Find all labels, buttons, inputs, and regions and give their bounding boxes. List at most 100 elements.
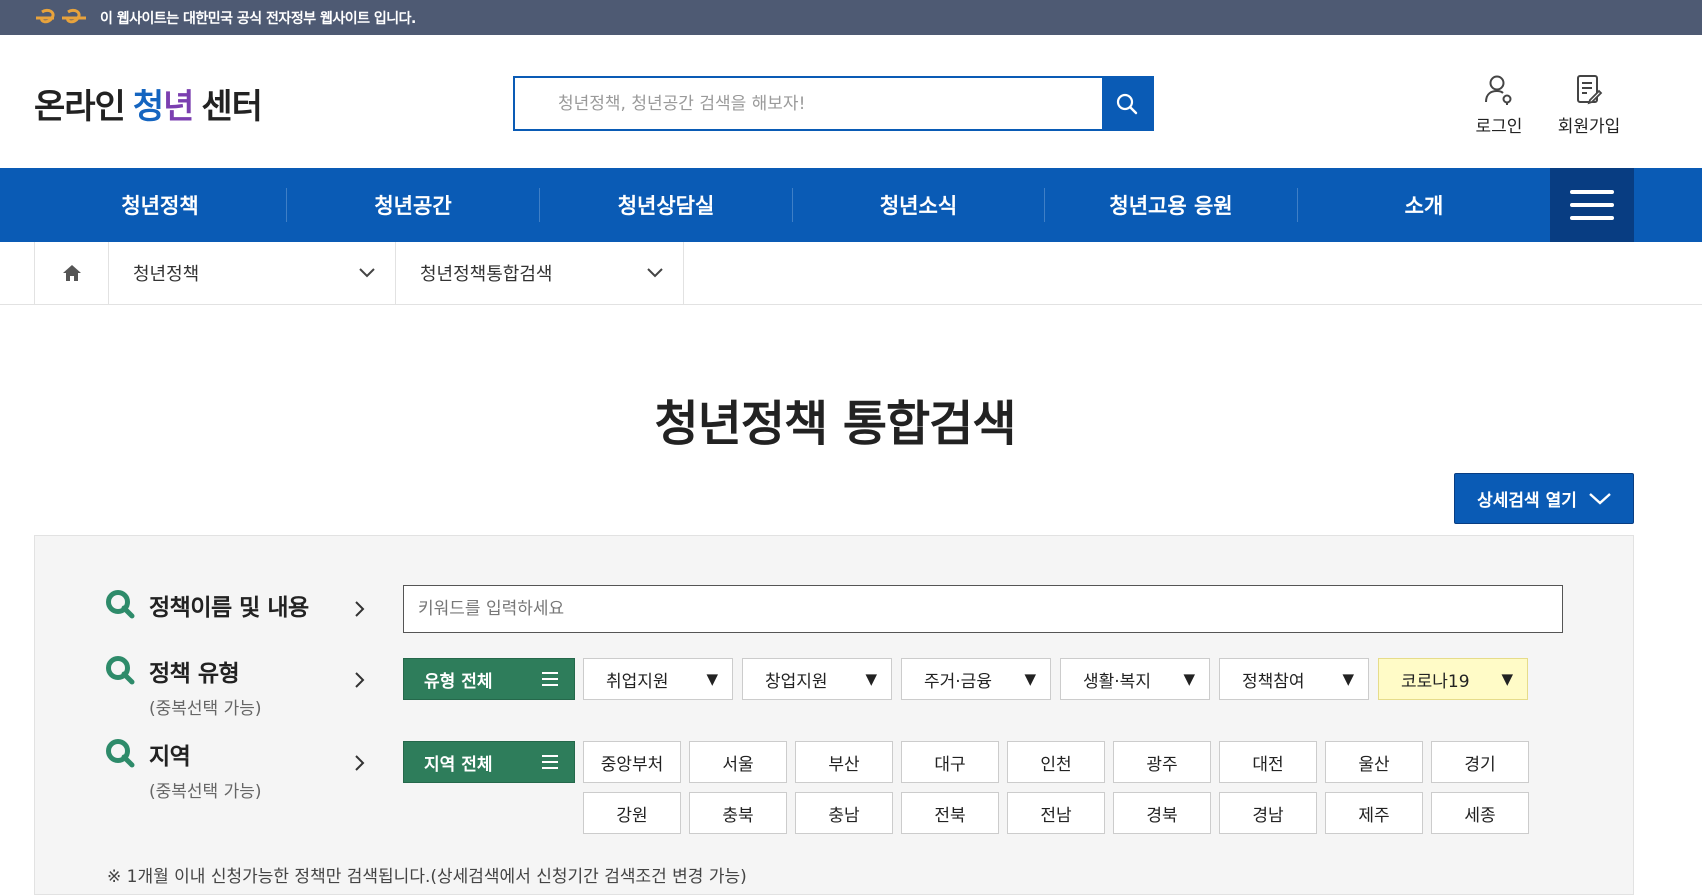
region-label: 지역 — [149, 744, 191, 770]
chevron-down-icon — [359, 268, 375, 278]
breadcrumb-level1-label: 청년정책 — [133, 264, 200, 285]
join-label: 회원가입 — [1557, 117, 1621, 137]
gov-banner: 이 웹사이트는 대한민국 공식 전자정부 웹사이트 입니다. — [0, 0, 1702, 35]
region-option[interactable]: 경남 — [1219, 792, 1317, 834]
region-option[interactable]: 대구 — [901, 741, 999, 783]
list-icon — [542, 672, 558, 686]
type-row-label: 정책 유형 (중복선택 가능) — [105, 654, 262, 719]
site-logo[interactable]: 온라인 청 년 센터 — [34, 79, 263, 128]
logo-text-mid-2: 년 — [163, 87, 194, 127]
type-option-label: 생활·복지 — [1083, 671, 1151, 692]
region-option[interactable]: 인천 — [1007, 741, 1105, 783]
region-option[interactable]: 제주 — [1325, 792, 1423, 834]
chevron-down-icon — [647, 268, 663, 278]
breadcrumb-level2-label: 청년정책통합검색 — [420, 264, 553, 285]
all-menu-button[interactable] — [1550, 168, 1634, 242]
region-option[interactable]: 충남 — [795, 792, 893, 834]
keyword-input[interactable] — [403, 585, 1563, 633]
gov-banner-text: 이 웹사이트는 대한민국 공식 전자정부 웹사이트 입니다. — [100, 10, 416, 27]
page-title: 청년정책 통합검색 — [654, 396, 1017, 452]
join-link[interactable]: 회원가입 — [1546, 74, 1632, 137]
global-search-button[interactable] — [1102, 78, 1152, 129]
type-option-startup[interactable]: 창업지원 ▼ — [742, 658, 892, 700]
hamburger-icon-bar — [1570, 203, 1614, 207]
breadcrumb-home[interactable] — [34, 242, 109, 304]
region-option[interactable]: 광주 — [1113, 741, 1211, 783]
chevron-right-icon — [355, 755, 365, 771]
nav-item-about[interactable]: 소개 — [1298, 168, 1550, 242]
chevron-down-icon — [1589, 492, 1611, 505]
chevron-right-icon — [355, 601, 365, 617]
type-option-participation[interactable]: 정책참여 ▼ — [1219, 658, 1369, 700]
type-option-label: 주거·금융 — [924, 671, 992, 692]
region-option[interactable]: 서울 — [689, 741, 787, 783]
logo-text-mid: 청 년 — [132, 79, 195, 128]
type-option-employment[interactable]: 취업지원 ▼ — [583, 658, 733, 700]
q-search-icon — [106, 656, 135, 685]
type-all-button[interactable]: 유형 전체 — [403, 658, 575, 700]
keyword-row-label: 정책이름 및 내용 — [105, 588, 309, 622]
nav-item-news[interactable]: 청년소식 — [793, 168, 1044, 242]
logo-text-mid-1: 청 — [132, 87, 164, 127]
nav-item-policy[interactable]: 청년정책 — [34, 168, 286, 242]
region-all-label: 지역 전체 — [424, 754, 493, 775]
region-option[interactable]: 경기 — [1431, 741, 1529, 783]
document-edit-icon — [1577, 75, 1603, 105]
type-option-covid[interactable]: 코로나19 ▼ — [1378, 658, 1528, 700]
region-option[interactable]: 대전 — [1219, 741, 1317, 783]
main-nav: 청년정책 청년공간 청년상담실 청년소식 청년고용 응원 소개 — [0, 168, 1702, 242]
region-option[interactable]: 경북 — [1113, 792, 1211, 834]
site-header: 온라인 청 년 센터 로그인 — [0, 35, 1702, 168]
search-filter-panel: 정책이름 및 내용 정책 유형 (중복선택 가능) 유형 전체 취업지원 ▼ 창업… — [34, 535, 1634, 895]
nav-item-employment[interactable]: 청년고용 응원 — [1045, 168, 1297, 242]
hamburger-icon-bar — [1570, 190, 1614, 194]
region-option[interactable]: 울산 — [1325, 741, 1423, 783]
region-row-label: 지역 (중복선택 가능) — [105, 737, 262, 802]
search-notice: ※ 1개월 이내 신청가능한 정책만 검색됩니다.(상세검색에서 신청기간 검색… — [107, 867, 747, 887]
region-option[interactable]: 부산 — [795, 741, 893, 783]
nav-item-space[interactable]: 청년공간 — [287, 168, 539, 242]
login-label: 로그인 — [1475, 117, 1523, 137]
type-option-label: 창업지원 — [765, 671, 828, 692]
type-sublabel: (중복선택 가능) — [149, 699, 262, 719]
caret-down-icon: ▼ — [1342, 670, 1354, 688]
region-option[interactable]: 전남 — [1007, 792, 1105, 834]
caret-down-icon: ▼ — [1501, 670, 1513, 688]
home-icon — [62, 265, 81, 281]
global-search-input[interactable] — [515, 78, 1102, 129]
type-option-label: 취업지원 — [606, 671, 669, 692]
region-option[interactable]: 세종 — [1431, 792, 1529, 834]
region-sublabel: (중복선택 가능) — [149, 782, 262, 802]
logo-text-left: 온라인 — [34, 87, 126, 127]
region-option[interactable]: 전북 — [901, 792, 999, 834]
detail-search-toggle-button[interactable]: 상세검색 열기 — [1454, 473, 1634, 524]
caret-down-icon: ▼ — [706, 670, 718, 688]
type-label: 정책 유형 — [149, 661, 240, 687]
caret-down-icon: ▼ — [1183, 670, 1195, 688]
region-option[interactable]: 중앙부처 — [583, 741, 681, 783]
type-option-welfare[interactable]: 생활·복지 ▼ — [1060, 658, 1210, 700]
egov-logo-icon — [36, 8, 86, 23]
region-option[interactable]: 충북 — [689, 792, 787, 834]
type-all-label: 유형 전체 — [424, 671, 493, 692]
type-option-label: 코로나19 — [1401, 671, 1470, 692]
keyword-label: 정책이름 및 내용 — [149, 595, 309, 621]
type-option-housing[interactable]: 주거·금융 ▼ — [901, 658, 1051, 700]
nav-item-counsel[interactable]: 청년상담실 — [540, 168, 792, 242]
list-icon — [542, 755, 558, 769]
user-lock-icon — [1485, 75, 1512, 105]
detail-search-toggle-label: 상세검색 열기 — [1477, 491, 1577, 511]
region-all-button[interactable]: 지역 전체 — [403, 741, 575, 783]
region-option[interactable]: 강원 — [583, 792, 681, 834]
breadcrumb-level2-dropdown[interactable]: 청년정책통합검색 — [396, 242, 684, 304]
caret-down-icon: ▼ — [865, 670, 877, 688]
search-icon — [1116, 93, 1138, 114]
login-link[interactable]: 로그인 — [1456, 74, 1542, 137]
breadcrumb-level1-dropdown[interactable]: 청년정책 — [109, 242, 396, 304]
q-search-icon — [106, 739, 135, 768]
hamburger-icon-bar — [1570, 216, 1614, 220]
caret-down-icon: ▼ — [1024, 670, 1036, 688]
logo-text-right: 센터 — [201, 87, 263, 127]
type-option-label: 정책참여 — [1242, 671, 1305, 692]
breadcrumb: 청년정책 청년정책통합검색 — [0, 242, 1702, 305]
